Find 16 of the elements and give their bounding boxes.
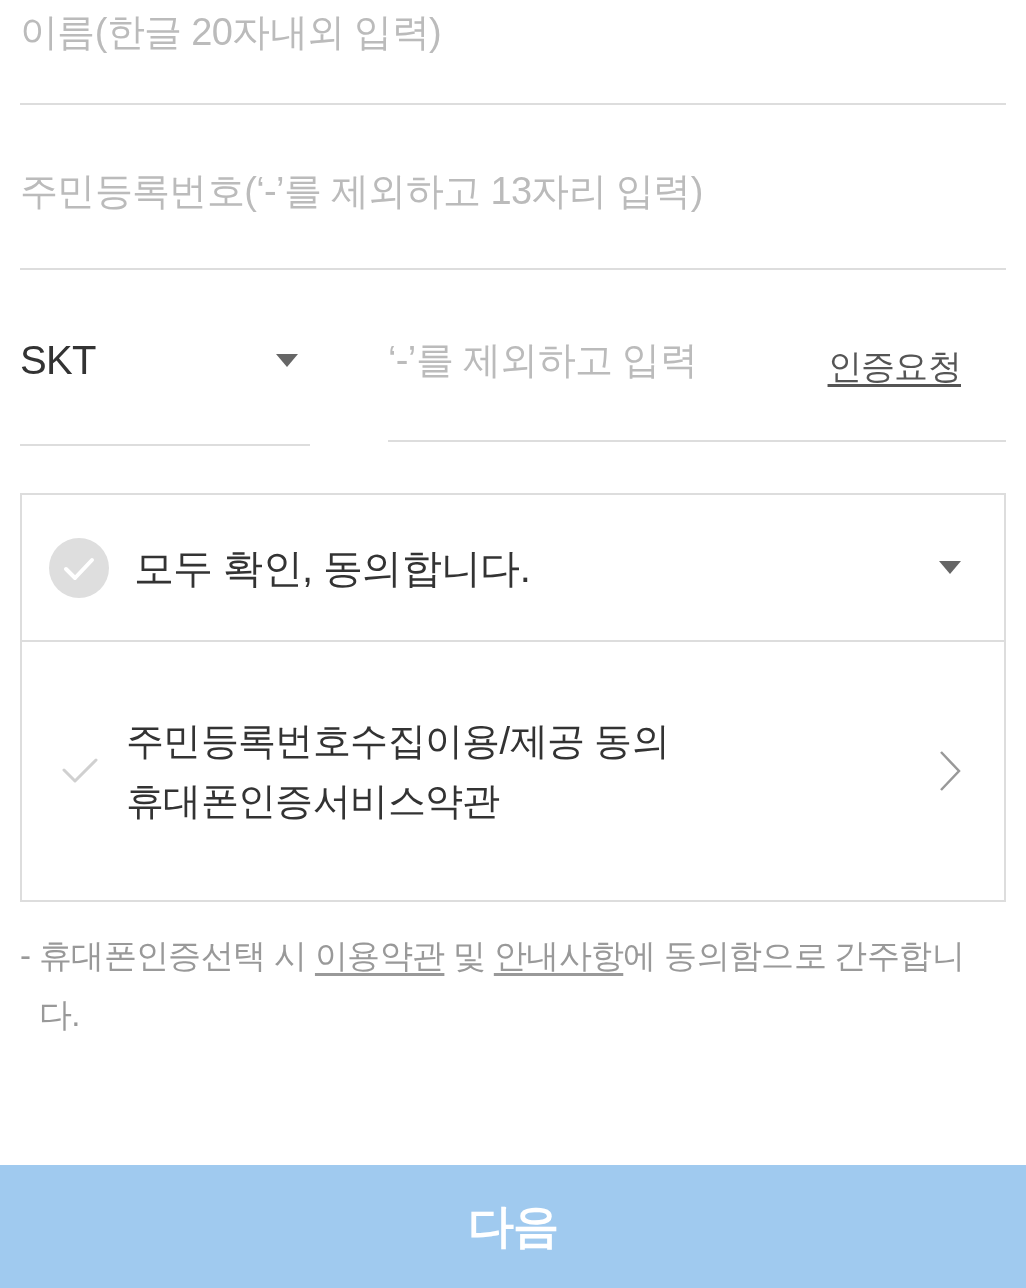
agree-all-row[interactable]: 모두 확인, 동의합니다. (22, 495, 1004, 642)
agree-all-label: 모두 확인, 동의합니다. (134, 544, 532, 592)
chevron-right-icon (939, 750, 961, 792)
caret-icon (276, 353, 298, 367)
check-circle-icon[interactable] (49, 537, 109, 598)
verification-request-link[interactable]: 인증요청 (827, 340, 961, 392)
agreement-item-label: 주민등록번호수집이용/제공 동의 휴대폰인증서비스약관 (126, 719, 670, 824)
notice-bullet: - (20, 936, 32, 976)
check-icon[interactable] (62, 758, 98, 784)
name-input[interactable]: 이름(한글 20자내외 입력) (20, 0, 1006, 105)
resident-number-input[interactable]: 주민등록번호(‘-’를 제외하고 13자리 입력) (20, 105, 1006, 270)
phone-field[interactable]: ‘-’를 제외하고 입력 인증요청 (388, 270, 1006, 442)
caret-icon (939, 561, 961, 574)
agreement-item[interactable]: 주민등록번호수집이용/제공 동의 휴대폰인증서비스약관 (22, 642, 1004, 900)
carrier-select[interactable]: SKT (20, 270, 310, 446)
notice-text: 휴대폰인증선택 시 이용약관 및 안내사항에 동의함으로 간주합니다. (38, 936, 965, 1035)
